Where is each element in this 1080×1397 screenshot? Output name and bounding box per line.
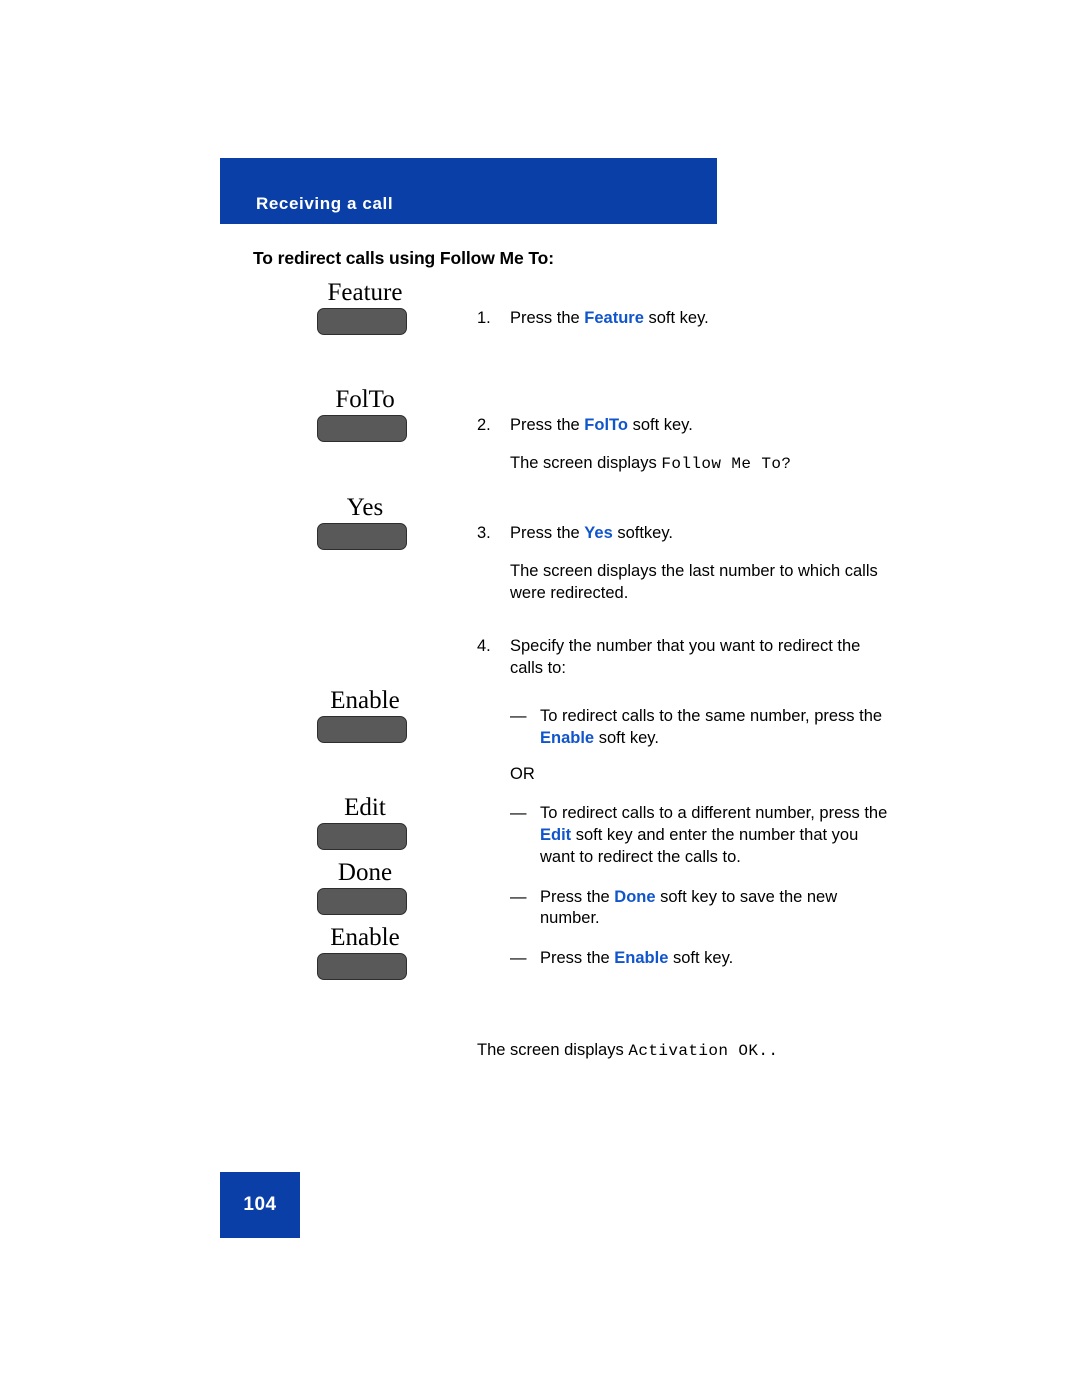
step-body: Specify the number that you want to redi… — [510, 636, 897, 680]
instruction-text: Press the — [510, 524, 585, 542]
soft-key-button[interactable] — [317, 308, 407, 335]
soft-key-label: Enable — [330, 924, 400, 951]
section-banner: Receiving a call — [220, 158, 717, 224]
page-title: To redirect calls using Follow Me To: — [253, 248, 554, 268]
step-paragraph: The screen displays Follow Me To? — [510, 453, 897, 475]
instruction-text: To redirect calls to the same number, pr… — [540, 707, 883, 725]
substep-body: Press the Enable soft key. — [540, 948, 897, 970]
instruction-step: 1. Press the Feature soft key. — [477, 308, 897, 330]
instruction-text: softkey. — [612, 524, 673, 542]
instruction-text: The screen displays the last number to w… — [510, 561, 878, 602]
soft-key-label: Feature — [327, 279, 403, 306]
instruction-text: The screen displays — [510, 453, 662, 472]
step-paragraph: Specify the number that you want to redi… — [510, 636, 897, 680]
instruction-text: Press the — [510, 416, 585, 434]
soft-key-enable-3[interactable]: Enable — [280, 688, 470, 743]
soft-key-feature-0[interactable]: Feature — [280, 280, 470, 335]
instruction-text: Press the — [510, 309, 585, 327]
substep-body: Press the Done soft key to save the new … — [540, 887, 897, 931]
substep-dash: — — [510, 804, 527, 823]
instruction-text: soft key. — [643, 309, 709, 327]
or-separator-label: OR — [510, 764, 535, 783]
soft-key-done-5[interactable]: Done — [280, 860, 470, 915]
soft-key-name: Done — [614, 887, 656, 906]
substep-item: — To redirect calls to the same number, p… — [510, 706, 897, 750]
step-number: 2. — [477, 416, 491, 434]
step-body: Press the Yes softkey. The screen display… — [510, 523, 897, 604]
soft-key-name: FolTo — [584, 416, 628, 434]
substep-dash: — — [510, 707, 527, 725]
soft-key-label: Done — [337, 859, 393, 886]
step-paragraph: Press the Yes softkey. — [510, 523, 897, 545]
substep-body: To redirect calls to a different number,… — [540, 803, 897, 868]
instruction-text: To redirect calls to a different number,… — [540, 804, 888, 823]
instruction-text: Specify the number that you want to redi… — [510, 637, 861, 677]
soft-key-edit-4[interactable]: Edit — [280, 795, 470, 850]
soft-key-name: Yes — [584, 524, 613, 542]
soft-key-name: Enable — [614, 949, 669, 968]
page-number-box: 104 — [220, 1172, 300, 1238]
instruction-text: soft key. — [668, 949, 734, 968]
soft-key-button[interactable] — [317, 823, 407, 850]
soft-key-label: Yes — [346, 494, 384, 521]
step-number: 4. — [477, 637, 491, 655]
instruction-step: 4. Specify the number that you want to re… — [477, 636, 897, 680]
document-page: Receiving a call To redirect calls using… — [0, 0, 1080, 1397]
step-number: 1. — [477, 309, 491, 327]
instruction-text: Press the — [540, 949, 615, 968]
soft-key-folto-1[interactable]: FolTo — [280, 387, 470, 442]
soft-key-button[interactable] — [317, 953, 407, 980]
soft-key-name: Edit — [540, 826, 572, 845]
instruction-step: 2. Press the FolTo soft key. The screen di… — [477, 415, 897, 475]
instruction-text: Press the — [540, 887, 615, 906]
substep-dash: — — [510, 949, 527, 968]
soft-key-yes-2[interactable]: Yes — [280, 495, 470, 550]
screen-message-text: Follow Me To? — [661, 454, 792, 473]
instruction-text: The screen displays — [477, 1041, 629, 1059]
section-banner-label: Receiving a call — [256, 194, 394, 213]
soft-key-label: Enable — [330, 687, 400, 714]
step-paragraph: Press the Feature soft key. — [510, 308, 897, 330]
page-number-label: 104 — [243, 1194, 277, 1215]
substep-dash: — — [510, 887, 527, 906]
soft-key-name: Feature — [584, 309, 644, 327]
soft-key-name: Enable — [540, 728, 595, 747]
instruction-text: soft key and enter the number that you w… — [540, 826, 859, 866]
step-body: Press the FolTo soft key. The screen disp… — [510, 415, 897, 475]
soft-key-enable-6[interactable]: Enable — [280, 925, 470, 980]
instruction-step: 3. Press the Yes softkey. The screen displ… — [477, 523, 897, 604]
soft-key-button[interactable] — [317, 415, 407, 442]
instruction-text: soft key. — [594, 728, 659, 747]
step-number: 3. — [477, 524, 491, 542]
substep-body: To redirect calls to the same number, pr… — [540, 706, 897, 750]
soft-key-label: Edit — [344, 794, 386, 821]
step-substeps: — To redirect calls to the same number, p… — [477, 688, 897, 970]
step-paragraph: The screen displays the last number to w… — [510, 561, 897, 605]
screen-message-text: Activation OK.. — [628, 1042, 779, 1060]
soft-key-button[interactable] — [317, 888, 407, 915]
substep-item: — To redirect calls to a different number… — [510, 803, 897, 868]
closing-screen-note: The screen displays Activation OK.. — [477, 1040, 897, 1062]
substep-item: — Press the Done soft key to save the new… — [510, 887, 897, 931]
step-paragraph: Press the FolTo soft key. — [510, 415, 897, 437]
soft-key-label: FolTo — [335, 386, 395, 413]
step-body: Press the Feature soft key. — [510, 308, 897, 330]
soft-key-button[interactable] — [317, 523, 407, 550]
soft-key-button[interactable] — [317, 716, 407, 743]
instruction-text: soft key. — [627, 416, 693, 434]
substep-item: — Press the Enable soft key. — [510, 948, 897, 970]
